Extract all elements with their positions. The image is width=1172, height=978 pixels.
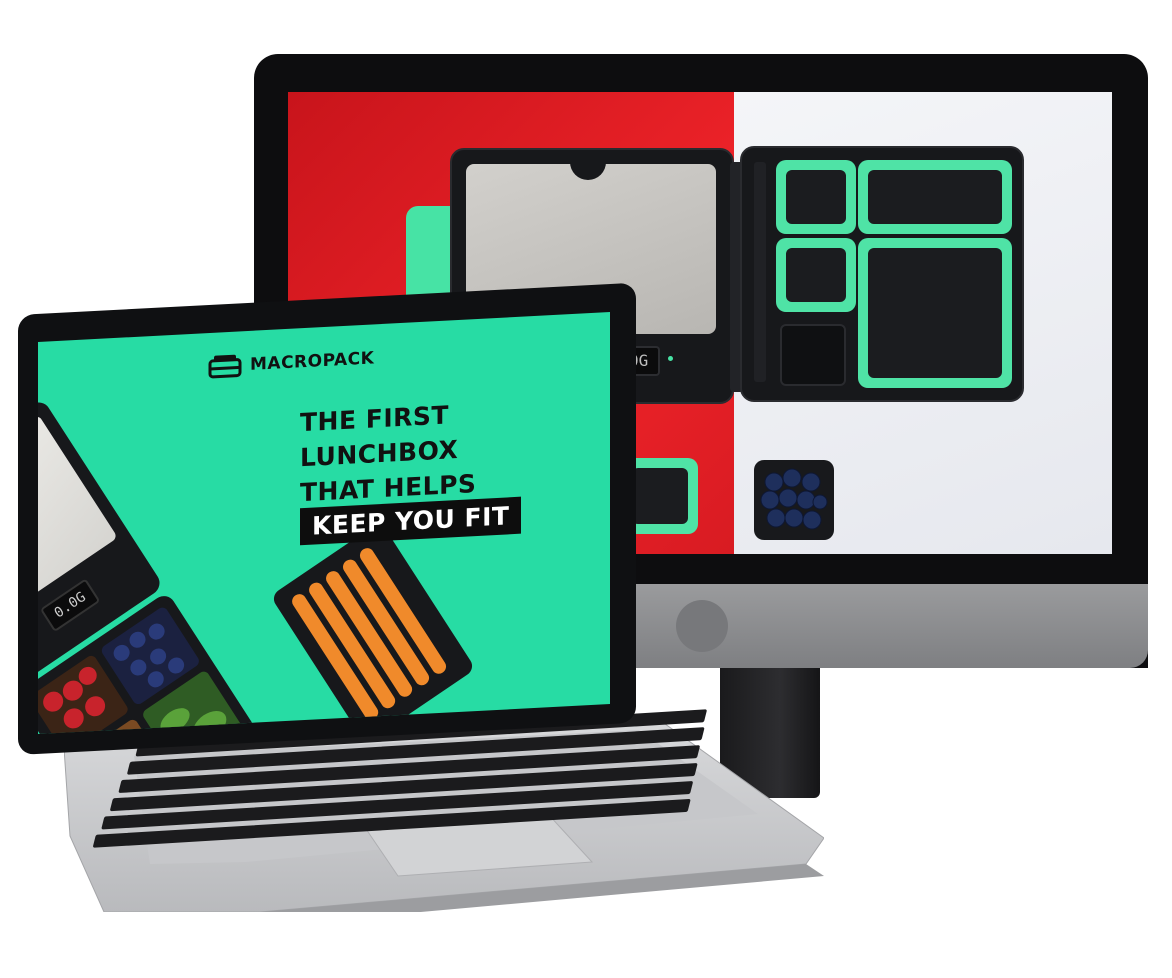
case-edge <box>754 162 766 382</box>
compartment-large <box>858 238 1012 388</box>
headline-line-2: LUNCHBOX <box>300 434 459 473</box>
compartment-wide <box>858 160 1012 234</box>
lunchbox-logo-icon <box>208 354 242 379</box>
compartment-small-2 <box>776 238 856 312</box>
compartment-empty <box>780 324 846 386</box>
scale-display: 0.0G <box>39 578 101 633</box>
brand-lockup[interactable]: MACROPACK <box>208 346 374 379</box>
apple-logo-icon <box>676 600 728 652</box>
macbook-screen: 0.0G MACROPACK THE FIRST LUNCHBOX THAT H… <box>38 312 610 734</box>
compartment-case <box>740 146 1024 402</box>
compartment-small-1 <box>776 160 856 234</box>
brand-name: MACROPACK <box>250 348 375 375</box>
blueberry-container <box>754 460 834 540</box>
headline-line-1: THE FIRST <box>300 400 449 438</box>
status-led <box>668 356 673 361</box>
blueberries-icon <box>760 468 828 530</box>
